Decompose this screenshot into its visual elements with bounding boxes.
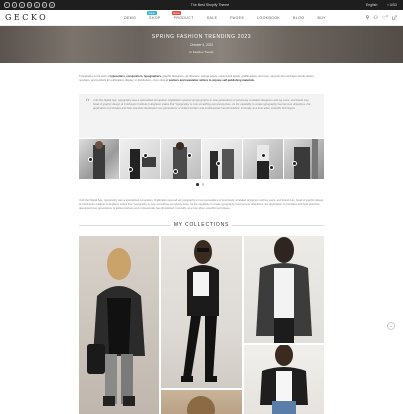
- hotspot-icon[interactable]: [143, 153, 148, 158]
- collection-image[interactable]: [161, 390, 242, 414]
- nav-item-shop[interactable]: New SHOP: [147, 11, 161, 20]
- youtube-icon[interactable]: yt: [49, 2, 55, 8]
- fashion-photo: [210, 149, 234, 179]
- hotspot-icon[interactable]: [173, 169, 178, 174]
- nav-item-lookbook[interactable]: LOOKBOOK: [257, 16, 280, 20]
- main-nav: DEMO New SHOP Sale PRODUCT SALE PAGES LOOK…: [124, 11, 326, 20]
- intro-bold-text: workers and newsletter writers to anyone…: [168, 79, 255, 82]
- intro-bold-text: typesetters, compositors, typographers,: [110, 75, 162, 78]
- nav-item-label: PAGES: [230, 16, 245, 20]
- intro-text: Typography is the work of: [79, 75, 111, 78]
- collection-image[interactable]: [161, 236, 242, 388]
- twitter-icon[interactable]: t: [11, 2, 17, 8]
- nav-item-demo[interactable]: DEMO: [124, 16, 136, 20]
- collection-image[interactable]: [244, 236, 324, 343]
- fashion-photo: [257, 145, 269, 179]
- logo[interactable]: GECKO: [5, 13, 48, 22]
- nav-item-sale[interactable]: SALE: [207, 16, 218, 20]
- fashion-photo: [173, 142, 187, 179]
- nav-item-product[interactable]: Sale PRODUCT: [171, 11, 194, 20]
- currency-label: USD: [389, 3, 397, 7]
- post-category-link[interactable]: In Fashion Trends: [0, 50, 403, 54]
- post-date: October 4, 2023: [190, 43, 213, 47]
- hotspot-icon[interactable]: [261, 153, 266, 158]
- scroll-to-top-button[interactable]: ^: [387, 322, 395, 330]
- cart-count: 0: [395, 15, 397, 18]
- post-hero-banner: SPRING FASHION TRENDING 2023 October 4, …: [0, 26, 403, 63]
- hotspot-icon[interactable]: [269, 165, 274, 170]
- language-select[interactable]: English: [366, 3, 377, 7]
- gallery-image[interactable]: [161, 139, 201, 179]
- new-badge: New: [147, 11, 157, 15]
- article-intro: Typography is the work of typesetters, c…: [79, 75, 324, 83]
- gallery-image[interactable]: [120, 139, 160, 179]
- fashion-photo: [256, 237, 312, 343]
- chevron-up-icon: ^: [390, 324, 392, 329]
- nav-item-label: SALE: [206, 16, 218, 20]
- post-title: SPRING FASHION TRENDING 2023: [151, 34, 252, 40]
- gallery-image[interactable]: [79, 139, 119, 179]
- hotspot-icon[interactable]: [216, 161, 221, 166]
- nav-item-buy[interactable]: BUY: [318, 16, 326, 20]
- cart-icon[interactable]: ⊔0: [392, 15, 397, 22]
- hotspot-icon[interactable]: [88, 157, 93, 162]
- user-icon[interactable]: ⚇: [373, 15, 377, 22]
- wishlist-icon[interactable]: ♡0: [382, 15, 388, 22]
- nav-item-label: PRODUCT: [173, 16, 194, 20]
- carousel-pagination: [196, 183, 204, 186]
- gallery-image[interactable]: [202, 139, 242, 179]
- image-gallery: [79, 139, 324, 179]
- pinterest-icon[interactable]: p: [19, 2, 25, 8]
- nav-item-blog[interactable]: BLOG: [293, 16, 304, 20]
- hotspot-icon[interactable]: [128, 167, 133, 172]
- nav-item-label: BUY: [317, 16, 326, 20]
- fashion-photo: [93, 141, 105, 179]
- article-paragraph: Until the Digital Age, typography was a …: [79, 199, 324, 210]
- linkedin-icon[interactable]: in: [26, 2, 32, 8]
- sale-badge: Sale: [171, 11, 182, 15]
- hotspot-icon[interactable]: [187, 153, 192, 158]
- fashion-photo: [87, 248, 145, 406]
- nav-item-label: BLOG: [293, 16, 305, 20]
- gallery-image[interactable]: [243, 139, 283, 179]
- blockquote: “ Until the Digital Age, typography was …: [79, 94, 324, 138]
- hotspot-icon[interactable]: [292, 161, 297, 166]
- social-links: f t p in g v yt: [4, 2, 55, 8]
- collection-image[interactable]: [244, 345, 324, 414]
- google-plus-icon[interactable]: g: [34, 2, 40, 8]
- nav-item-label: LOOKBOOK: [257, 16, 281, 20]
- nav-item-pages[interactable]: PAGES: [230, 16, 244, 20]
- promo-text: The Best Shopify Theme: [190, 3, 230, 7]
- carousel-dot[interactable]: [201, 183, 204, 186]
- carousel-dot-active[interactable]: [196, 183, 199, 186]
- site-header: GECKO DEMO New SHOP Sale PRODUCT SALE PAGE…: [0, 10, 403, 26]
- collection-image[interactable]: [79, 236, 159, 414]
- wishlist-count: 0: [386, 15, 388, 18]
- quote-icon: “: [85, 98, 91, 109]
- fashion-photo: [130, 149, 156, 179]
- divider-line: [232, 225, 324, 226]
- fashion-photo: [181, 240, 219, 382]
- quote-text: Until the Digital Age, typography was a …: [93, 99, 311, 111]
- search-icon[interactable]: ⚲: [366, 15, 370, 22]
- fashion-photo: [260, 345, 308, 414]
- nav-item-label: DEMO: [124, 16, 137, 20]
- top-bar: f t p in g v yt The Best Shopify Theme E…: [0, 0, 403, 10]
- fashion-photo: [294, 139, 318, 179]
- currency-select[interactable]: ▪ USD: [387, 3, 397, 7]
- facebook-icon[interactable]: f: [4, 2, 10, 8]
- vimeo-icon[interactable]: v: [41, 2, 47, 8]
- fashion-photo: [187, 396, 215, 414]
- gallery-image[interactable]: [284, 139, 324, 179]
- nav-item-label: SHOP: [149, 16, 161, 20]
